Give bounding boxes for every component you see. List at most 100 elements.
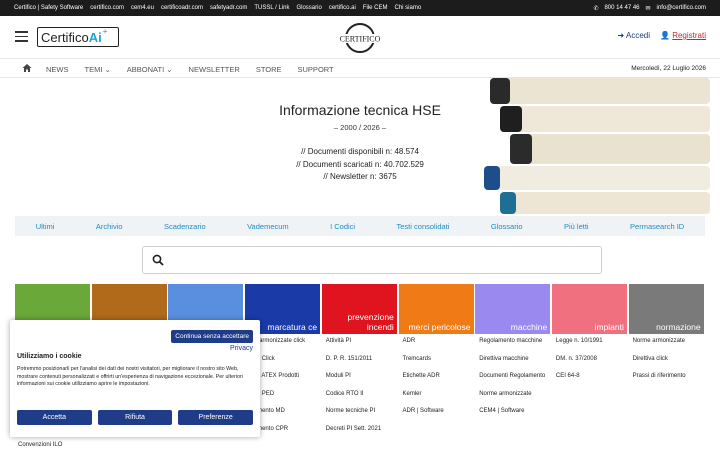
quick-links-bar: Ultimi Archivio Scadenzario Vademecum I … [15,216,705,236]
auth-links: ➜ Accedi 👤 Registrati [618,31,707,40]
category-link[interactable]: Direttiva macchine [475,352,550,370]
home-icon[interactable] [22,63,32,73]
top-link[interactable]: Certifico | Safety Software [14,5,83,11]
list-item[interactable]: Convenzioni ILO [18,442,62,448]
logo-star: + [102,26,108,36]
category-link[interactable]: Legge n. 10/1991 [552,334,627,352]
category-link[interactable]: Attività PI [322,334,397,352]
accept-button[interactable]: Accetta [17,410,92,425]
register-label: Registrati [672,31,706,40]
category-link-column: Legge n. 10/1991 DM. n. 37/2008 CEI 64-8 [552,334,627,387]
login-icon: ➜ [617,31,625,40]
top-link[interactable]: Glossario [296,5,321,11]
category-link-column: Attività PI D. P. R. 151/2011 Moduli PI Cod… [322,334,397,439]
email-link[interactable]: info@certifico.com [657,5,706,11]
contact-info: ✆ 800 14 47 46 ✉ info@certifico.com [593,5,706,12]
hero-stats: // Documenti disponibili n: 48.574 // Do… [240,146,480,184]
category-link[interactable]: CEM4 | Software [475,404,550,422]
top-link[interactable]: TUSSL / Link [254,5,289,11]
quick-link-ultimi[interactable]: Ultimi [36,222,55,231]
login-label: Accedi [625,31,650,40]
category-link[interactable]: ADR [399,334,474,352]
cookie-buttons: Accetta Rifiuta Preferenze [17,410,254,425]
top-links: Certifico | Safety Software certifico.co… [14,5,421,11]
quick-link-vademecum[interactable]: Vademecum [247,222,289,231]
category-link[interactable]: DM. n. 37/2008 [552,352,627,370]
preferences-button[interactable]: Preferenze [178,410,254,425]
quick-link-permasearch[interactable]: Permasearch ID [630,222,684,231]
reject-button[interactable]: Rifiuta [97,410,173,425]
category-tile-label: macchine [510,322,548,332]
category-link-column: ADR Tremcards Etichette ADR Kemler ADR | Sof… [399,334,474,422]
nav-item-store[interactable]: STORE [256,65,282,74]
current-date: Mercoledì, 22 Luglio 2026 [631,65,706,72]
books-image [484,78,710,214]
category-link[interactable]: Etichette ADR [399,369,474,387]
category-link[interactable]: Codice RTO II [322,387,397,405]
top-link[interactable]: certifico.ai [329,5,356,11]
category-link[interactable]: Norme armonizzate [475,387,550,405]
category-link[interactable]: Direttiva click [629,352,704,370]
category-link[interactable]: Decreti PI Sett. 2021 [322,422,397,440]
category-tile-label: prevenzione incendi [347,312,394,332]
quick-link-glossario[interactable]: Glossario [491,222,523,231]
category-link[interactable]: Documenti Regolamento [475,369,550,387]
nav-item-support[interactable]: SUPPORT [298,65,334,74]
top-link[interactable]: certifico.com [90,5,124,11]
top-link[interactable]: cem4.eu [131,5,154,11]
certifico-ai-logo[interactable]: Certifico Ai + [37,27,119,47]
quick-link-scadenzario[interactable]: Scadenzario [164,222,206,231]
nav-item-temi[interactable]: TEMI ⌄ [85,65,111,74]
category-link[interactable]: Norme armonizzate [629,334,704,352]
certifico-logo[interactable]: CERTIFICO [331,23,389,53]
login-link[interactable]: ➜ Accedi [618,31,651,40]
logo-ai-text: Ai [88,29,102,45]
cookie-banner: Continua senza accettare Privacy Utilizz… [10,320,260,437]
category-tile[interactable]: macchine [475,284,551,334]
cookie-text: Potremmo posizionarli per l'analisi dei … [17,366,243,388]
top-link[interactable]: certificoadr.com [161,5,203,11]
category-link[interactable]: Moduli PI [322,369,397,387]
category-tile[interactable]: prevenzione incendi [321,284,397,334]
top-link[interactable]: safetyadr.com [210,5,247,11]
category-link[interactable]: Prassi di riferimento [629,369,704,387]
phone-number[interactable]: 800 14 47 46 [604,5,639,11]
category-link[interactable]: Regolamento macchine [475,334,550,352]
top-link[interactable]: Chi siamo [395,5,422,11]
quick-link-testi[interactable]: Testi consolidati [397,222,450,231]
quick-link-piu-letti[interactable]: Più letti [564,222,589,231]
stat-downloads: // Documenti scaricati n: 40.702.529 [296,159,424,169]
logo-text: Certifico [41,29,89,45]
main-nav: NEWS TEMI ⌄ ABBONATI ⌄ NEWSLETTER STORE … [0,58,720,78]
stat-documents: // Documenti disponibili n: 48.574 [301,147,419,156]
search-input[interactable] [142,246,602,274]
category-link[interactable]: Kemler [399,387,474,405]
privacy-link[interactable]: Privacy [230,345,253,352]
category-tile[interactable]: impianti [551,284,627,334]
category-link[interactable]: Norme tecniche PI [322,404,397,422]
category-link[interactable]: ADR | Software [399,404,474,422]
menu-icon[interactable] [15,31,28,42]
quick-link-codici[interactable]: I Codici [330,222,355,231]
hero-years: – 2000 / 2026 – [333,123,387,132]
hero-title: Informazione tecnica HSE [279,102,441,118]
category-link[interactable]: D. P. R. 151/2011 [322,352,397,370]
category-tile[interactable]: normazione [628,284,704,334]
cookie-title: Utilizziamo i cookie [17,353,82,360]
category-link[interactable]: Tremcards [399,352,474,370]
nav-item-news[interactable]: NEWS [46,65,69,74]
phone-icon: ✆ [593,5,599,12]
continue-without-accepting-button[interactable]: Continua senza accettare [171,330,253,343]
top-link[interactable]: File CEM [363,5,388,11]
category-link[interactable]: CEI 64-8 [552,369,627,387]
quick-link-archivio[interactable]: Archivio [96,222,123,231]
nav-item-abbonati[interactable]: ABBONATI ⌄ [127,65,173,74]
register-link[interactable]: 👤 Registrati [660,31,706,40]
search-icon [152,254,164,266]
nav-item-newsletter[interactable]: NEWSLETTER [189,65,240,74]
category-tile-label: marcatura ce [267,322,318,332]
category-tile-label: normazione [656,322,701,332]
category-link-column: Norme armonizzate Direttiva click Prassi d… [629,334,704,387]
category-tile[interactable]: merci pericolose [398,284,474,334]
stat-newsletters: // Newsletter n: 3675 [323,172,397,181]
